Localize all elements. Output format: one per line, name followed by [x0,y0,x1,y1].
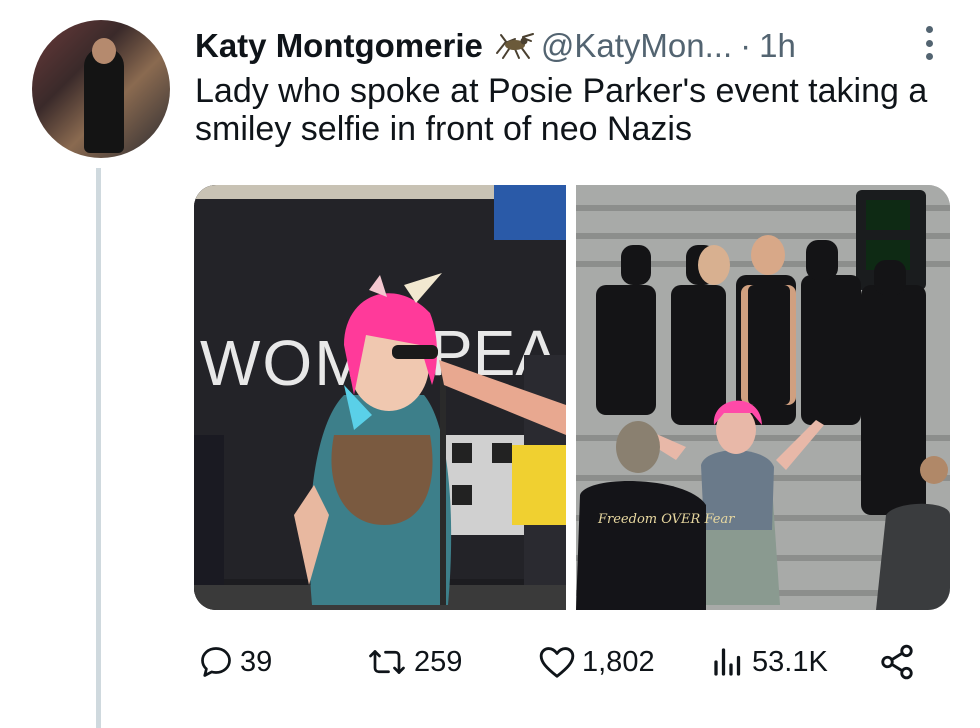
tweet-header: Katy Montgomerie @KatyMon... · 1h [195,24,796,68]
views-count: 53.1K [752,645,828,678]
author-handle[interactable]: @KatyMon... [541,27,732,65]
photo-crowd[interactable]: Freedom OVER Fear [576,185,950,610]
media-grid: WOM PEA Freedom OVER Fear [194,185,950,610]
repost-button[interactable]: 259 [366,640,462,684]
views-button[interactable]: 53.1K [710,640,828,684]
author-name[interactable]: Katy Montgomerie [195,27,483,65]
reply-count: 39 [240,645,273,678]
views-icon [714,648,741,676]
heart-icon [539,647,575,678]
tweet-text: Lady who spoke at Posie Parker's event t… [195,72,928,148]
avatar-head [92,38,116,64]
cricket-icon [493,31,535,61]
share-button[interactable] [878,640,922,684]
author-avatar[interactable] [32,20,170,158]
separator-dot: · [740,27,752,64]
photo-speaker[interactable]: WOM PEA [194,185,566,610]
banner-text-left: WOM [200,327,370,399]
timestamp[interactable]: 1h [759,27,796,65]
thread-line [96,168,101,728]
like-button[interactable]: 1,802 [538,640,655,684]
repost-count: 259 [414,645,463,678]
more-options-icon[interactable] [922,26,936,60]
share-icon [881,644,913,680]
shirt-text: Freedom OVER Fear [597,512,735,527]
action-bar: 39 259 1,802 53.1K [198,640,918,684]
reply-button[interactable]: 39 [198,640,272,684]
like-count: 1,802 [582,645,655,678]
repost-icon [369,650,405,674]
reply-icon [201,647,231,677]
